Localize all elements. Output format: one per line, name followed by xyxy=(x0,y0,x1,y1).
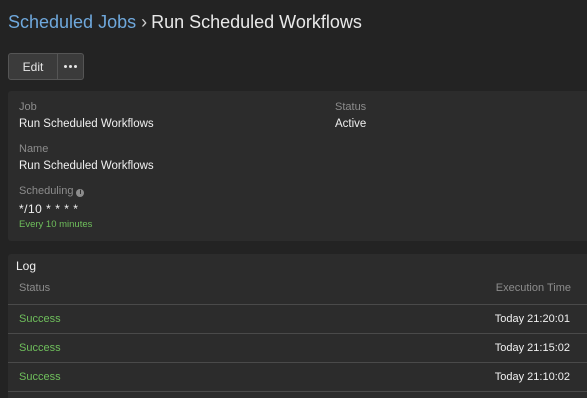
table-row[interactable]: Success Today 21:15:02 xyxy=(8,334,587,363)
status-label: Status xyxy=(335,101,367,113)
breadcrumb-separator: › xyxy=(141,12,148,32)
scheduled-job-page: Scheduled Jobs › Run Scheduled Workflows E… xyxy=(0,0,587,398)
job-label: Job xyxy=(19,101,37,113)
log-panel: Log Status Execution Time Success Today … xyxy=(8,254,587,398)
cron-description: Every 10 minutes xyxy=(19,219,93,230)
row-execution-time: Today 21:15:02 xyxy=(494,342,570,354)
scheduling-label: Scheduling xyxy=(19,185,74,197)
table-row[interactable]: Success Today 21:10:02 xyxy=(8,363,587,392)
scheduling-label-row: Scheduling i xyxy=(19,185,85,197)
cron-expression: */10 * * * * xyxy=(19,202,79,216)
ellipsis-icon xyxy=(64,65,77,68)
breadcrumb: Scheduled Jobs › Run Scheduled Workflows xyxy=(8,10,362,34)
row-status: Success xyxy=(19,371,61,383)
info-icon[interactable]: i xyxy=(76,189,85,197)
job-value: Run Scheduled Workflows xyxy=(19,118,154,130)
status-value: Active xyxy=(335,118,367,130)
toolbar: Edit xyxy=(8,53,84,80)
column-header-execution-time[interactable]: Execution Time xyxy=(496,282,571,294)
column-header-status[interactable]: Status xyxy=(19,282,50,294)
row-execution-time: Today 21:10:02 xyxy=(494,371,570,383)
table-row[interactable]: Success Today 21:20:01 xyxy=(8,305,587,334)
row-execution-time: Today 21:20:01 xyxy=(494,313,570,325)
breadcrumb-link-scheduled-jobs[interactable]: Scheduled Jobs xyxy=(8,12,136,32)
name-value: Run Scheduled Workflows xyxy=(19,160,154,172)
row-status: Success xyxy=(19,313,61,325)
row-status: Success xyxy=(19,342,61,354)
log-title: Log xyxy=(16,259,37,273)
page-title: Run Scheduled Workflows xyxy=(151,12,362,32)
edit-button[interactable]: Edit xyxy=(9,54,58,79)
job-details-panel: Job Run Scheduled Workflows Status Activ… xyxy=(8,91,587,241)
name-label: Name xyxy=(19,143,49,155)
more-options-button[interactable] xyxy=(58,54,83,79)
